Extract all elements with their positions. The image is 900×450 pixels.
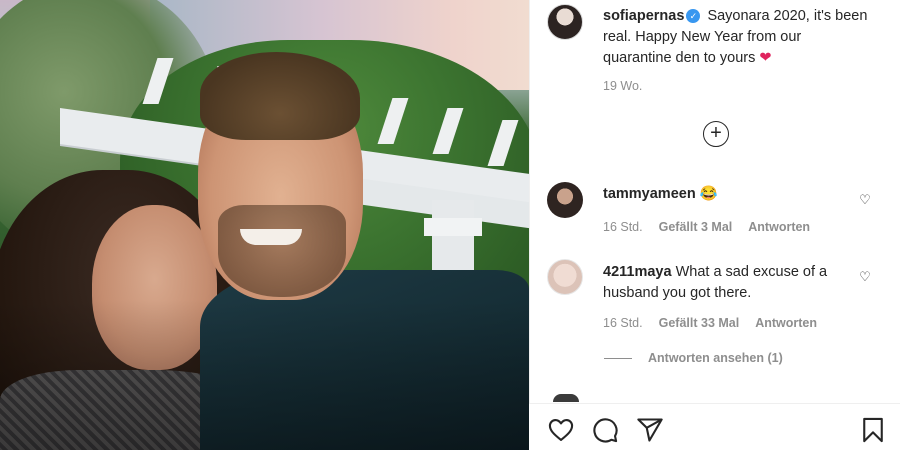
comment-item: 4211maya What a sad excuse of a husband … [603, 262, 848, 304]
photo-man-beard [218, 205, 346, 297]
author-username[interactable]: sofiapernas [603, 8, 684, 24]
comment-avatar[interactable] [547, 182, 583, 218]
comment-meta: 16 Std. Gefällt 3 Mal Antworten [603, 220, 810, 234]
view-replies-button[interactable]: Antworten ansehen (1) [604, 351, 783, 365]
comment-icon [593, 418, 618, 443]
comment-avatar[interactable] [547, 259, 583, 295]
comment-meta: 16 Std. Gefällt 33 Mal Antworten [603, 316, 817, 330]
post-action-bar [529, 403, 900, 450]
comment-avatar-partial[interactable] [553, 394, 579, 402]
view-replies-label: Antworten ansehen (1) [648, 351, 783, 365]
comment-button[interactable] [591, 416, 619, 444]
comment-like-heart-icon[interactable]: ♡ [858, 270, 872, 284]
save-button[interactable] [859, 416, 887, 444]
comment-item: tammyameen 😂 [603, 184, 848, 205]
author-avatar[interactable] [547, 4, 583, 40]
comment-likes-count[interactable]: Gefällt 33 Mal [659, 316, 740, 330]
post-photo[interactable] [0, 0, 529, 450]
comment-time[interactable]: 16 Std. [603, 220, 643, 234]
comment-likes-count[interactable]: Gefällt 3 Mal [659, 220, 733, 234]
comment-time[interactable]: 16 Std. [603, 316, 643, 330]
comment-like-heart-icon[interactable]: ♡ [858, 193, 872, 207]
share-button[interactable] [636, 416, 664, 444]
photo-pergola-post-cap [424, 218, 482, 236]
photo-shadow [0, 300, 529, 450]
replies-divider-line [604, 357, 632, 359]
load-more-comments-button[interactable]: + [703, 121, 729, 147]
post-caption: sofiapernas ✓ Sayonara 2020, it's been re… [603, 6, 873, 69]
heart-emoji-icon: ❤ [759, 50, 772, 66]
bookmark-icon [863, 417, 883, 443]
post-timestamp[interactable]: 19 Wo. [603, 79, 642, 93]
laughing-emoji-icon: 😂 [699, 186, 718, 202]
comment-username[interactable]: 4211maya [603, 264, 672, 280]
share-icon [637, 418, 663, 442]
verified-badge-icon: ✓ [686, 9, 701, 23]
comment-reply-button[interactable]: Antworten [748, 220, 810, 234]
photo-man-smile [240, 229, 302, 245]
comment-reply-button[interactable]: Antworten [755, 316, 817, 330]
photo-man-hair [200, 52, 360, 140]
heart-icon [548, 419, 574, 441]
like-button[interactable] [547, 416, 575, 444]
comment-username[interactable]: tammyameen [603, 186, 696, 202]
